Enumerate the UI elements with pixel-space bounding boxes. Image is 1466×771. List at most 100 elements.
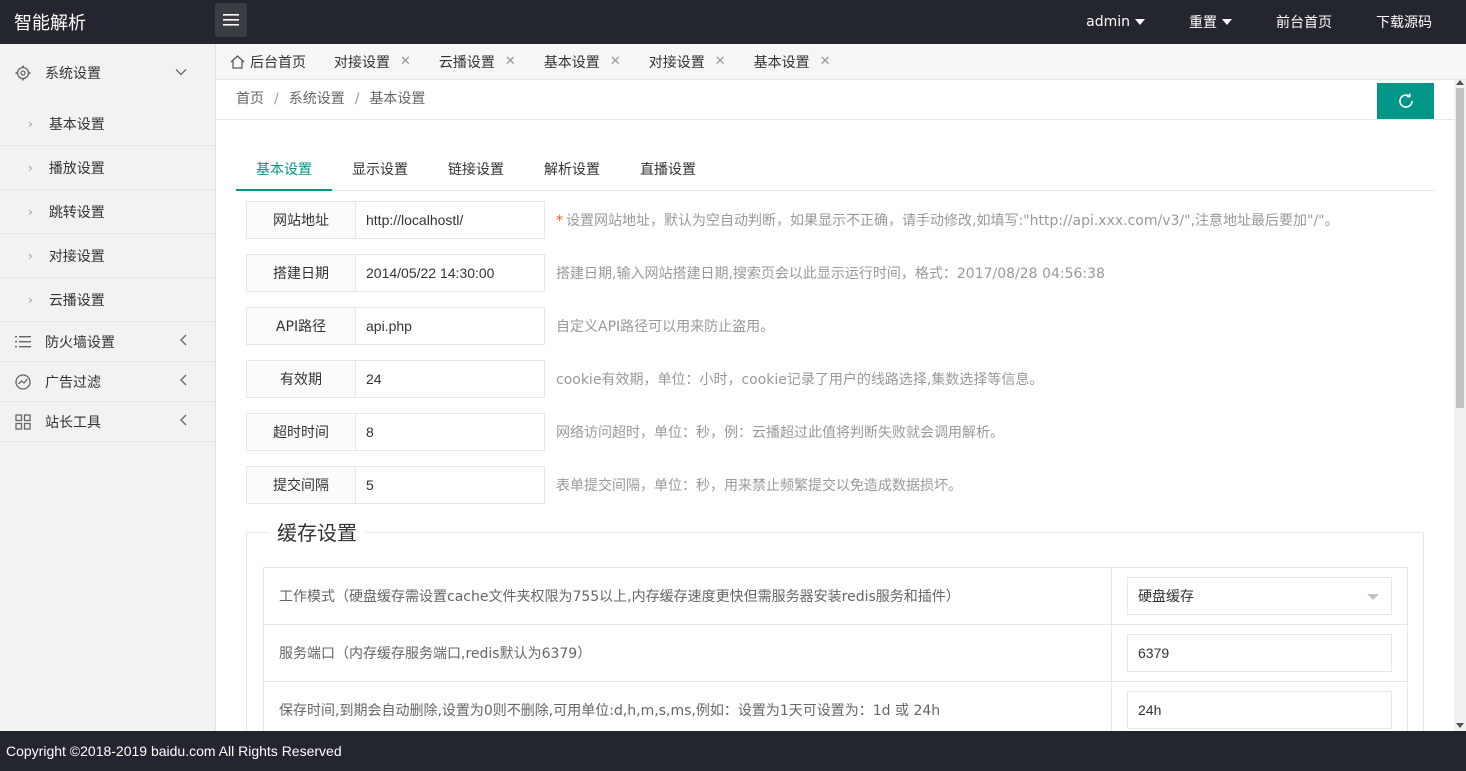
list-icon	[14, 333, 32, 351]
breadcrumb-separator: /	[354, 91, 360, 107]
app-logo: 智能解析	[14, 13, 86, 34]
tab-dock-1[interactable]: 对接设置 ✕	[320, 44, 425, 80]
tab-live-settings[interactable]: 直播设置	[620, 150, 716, 190]
timeout-help: 网络访问超时，单位：秒，例：云播超过此值将判断失败就会调用解析。	[556, 425, 1004, 441]
sidebar-group-adfilter[interactable]: 广告过滤	[0, 362, 215, 402]
valid-help: cookie有效期，单位：小时，cookie记录了用户的线路选择,集数选择等信息…	[556, 372, 1044, 388]
scroll-up-arrow-icon[interactable]	[1456, 80, 1464, 85]
cache-mode-label: 工作模式（硬盘缓存需设置cache文件夹权限为755以上,内存缓存速度更快但需服…	[263, 567, 1112, 625]
cache-mode-select[interactable]: 硬盘缓存	[1127, 577, 1392, 615]
required-mark: *	[556, 213, 563, 229]
tab-display-settings[interactable]: 显示设置	[332, 150, 428, 190]
sidebar-item-label: 云播设置	[48, 292, 105, 309]
sidebar-item-basic[interactable]: › 基本设置	[0, 102, 215, 146]
api-path-input[interactable]: api.php	[356, 307, 545, 345]
vertical-scrollbar[interactable]	[1454, 80, 1466, 731]
form-row-site-url: 网站地址 http://localhostl/ * 设置网站地址，默认为空自动判断…	[246, 201, 1339, 239]
top-header: 智能解析 admin 重置 前台首页 下载源码	[0, 0, 1466, 44]
valid-input[interactable]: 24	[356, 360, 545, 398]
tab-basic-1[interactable]: 基本设置 ✕	[530, 44, 635, 80]
timeout-input[interactable]: 8	[356, 413, 545, 451]
chevron-right-icon: ›	[28, 204, 33, 219]
caret-down-icon	[1222, 19, 1232, 25]
table-row: 工作模式（硬盘缓存需设置cache文件夹权限为755以上,内存缓存速度更快但需服…	[263, 567, 1408, 625]
sidebar-group-tools[interactable]: 站长工具	[0, 402, 215, 442]
home-icon	[230, 54, 245, 69]
interval-input[interactable]: 5	[356, 466, 545, 504]
download-source-link[interactable]: 下载源码	[1354, 12, 1466, 32]
sidebar-group-system[interactable]: 系统设置	[0, 44, 215, 102]
main-content: 首页 / 系统设置 / 基本设置 基本设置 显示设置 链接设置 解析设置 直播设置 网站…	[216, 80, 1454, 731]
sidebar: 系统设置 › 基本设置 › 播放设置 › 跳转设置 › 对接设置 › 云播设置 防火墙设置…	[0, 44, 216, 731]
caret-down-icon	[1135, 19, 1145, 25]
footer-copyright: Copyright ©2018-2019 baidu.com All Right…	[0, 731, 1466, 771]
sidebar-item-play[interactable]: › 播放设置	[0, 146, 215, 190]
cache-port-input[interactable]: 6379	[1127, 634, 1392, 672]
breadcrumb-home[interactable]: 首页	[236, 91, 264, 107]
sidebar-group-firewall[interactable]: 防火墙设置	[0, 322, 215, 362]
scroll-down-arrow-icon[interactable]	[1456, 723, 1464, 728]
site-url-input[interactable]: http://localhostl/	[356, 201, 545, 239]
cache-settings-fieldset: 缓存设置 工作模式（硬盘缓存需设置cache文件夹权限为755以上,内存缓存速度…	[246, 517, 1424, 731]
page-tabs-bar: 后台首页 对接设置 ✕ 云播设置 ✕ 基本设置 ✕ 对接设置 ✕ 基本设置 ✕	[216, 44, 1466, 80]
frontend-home-link[interactable]: 前台首页	[1254, 12, 1354, 32]
sidebar-group-label: 广告过滤	[45, 374, 101, 391]
scrollbar-thumb[interactable]	[1456, 88, 1464, 408]
caret-down-icon	[1367, 594, 1379, 600]
form-row-timeout: 超时时间 8 网络访问超时，单位：秒，例：云播超过此值将判断失败就会调用解析。	[246, 413, 1004, 451]
breadcrumb-system[interactable]: 系统设置	[289, 91, 345, 107]
reset-menu[interactable]: 重置	[1167, 12, 1254, 32]
build-date-input[interactable]: 2014/05/22 14:30:00	[356, 254, 545, 292]
close-icon[interactable]: ✕	[715, 54, 726, 69]
tab-basic-2[interactable]: 基本设置 ✕	[740, 44, 845, 80]
breadcrumb-current: 基本设置	[369, 91, 426, 107]
chevron-right-icon: ›	[28, 116, 33, 131]
api-path-help: 自定义API路径可以用来防止盗用。	[556, 319, 775, 335]
api-path-label: API路径	[246, 307, 356, 345]
sidebar-item-cloud[interactable]: › 云播设置	[0, 278, 215, 322]
sidebar-item-label: 对接设置	[48, 248, 105, 265]
tab-dock-2[interactable]: 对接设置 ✕	[635, 44, 740, 80]
chevron-down-icon	[175, 66, 187, 81]
sidebar-item-label: 基本设置	[48, 116, 105, 133]
chevron-right-icon: ›	[28, 292, 33, 307]
tab-label: 基本设置	[543, 54, 600, 71]
tab-parse-settings[interactable]: 解析设置	[524, 150, 620, 190]
sidebar-item-redirect[interactable]: › 跳转设置	[0, 190, 215, 234]
build-date-help: 搭建日期,输入网站搭建日期,搜索页会以此显示运行时间，格式：2017/08/28…	[556, 266, 1105, 282]
sidebar-item-label: 播放设置	[48, 160, 105, 177]
close-icon[interactable]: ✕	[400, 54, 411, 69]
interval-help: 表单提交间隔，单位：秒，用来禁止频繁提交以免造成数据损坏。	[556, 478, 962, 494]
refresh-icon	[1398, 93, 1413, 108]
reset-label: 重置	[1189, 15, 1217, 31]
close-icon[interactable]: ✕	[610, 54, 621, 69]
tab-link-settings[interactable]: 链接设置	[428, 150, 524, 190]
build-date-label: 搭建日期	[246, 254, 356, 292]
cache-ttl-label: 保存时间,到期会自动删除,设置为0则不删除,可用单位:d,h,m,s,ms,例如…	[263, 681, 1112, 731]
sidebar-group-label: 系统设置	[45, 66, 101, 82]
cache-settings-table: 工作模式（硬盘缓存需设置cache文件夹权限为755以上,内存缓存速度更快但需服…	[263, 567, 1408, 731]
refresh-button[interactable]	[1377, 83, 1434, 119]
chevron-left-icon	[179, 334, 187, 350]
admin-label: admin	[1086, 14, 1130, 30]
sidebar-group-label: 站长工具	[45, 414, 101, 431]
sidebar-item-dock[interactable]: › 对接设置	[0, 234, 215, 278]
breadcrumb: 首页 / 系统设置 / 基本设置	[216, 80, 1454, 120]
tab-basic-settings[interactable]: 基本设置	[236, 150, 332, 191]
gear-icon	[14, 64, 32, 82]
site-url-label: 网站地址	[246, 201, 356, 239]
chevron-right-icon: ›	[28, 248, 33, 263]
cache-mode-cell: 硬盘缓存	[1111, 567, 1408, 625]
tab-cloud[interactable]: 云播设置 ✕	[425, 44, 530, 80]
interval-label: 提交间隔	[246, 466, 356, 504]
table-row: 服务端口（内存缓存服务端口,redis默认为6379） 6379	[263, 624, 1408, 682]
tab-home[interactable]: 后台首页	[216, 44, 320, 80]
cache-ttl-input[interactable]: 24h	[1127, 691, 1392, 729]
menu-toggle-button[interactable]	[215, 3, 247, 37]
close-icon[interactable]: ✕	[820, 54, 831, 69]
breadcrumb-separator: /	[274, 91, 279, 107]
admin-menu[interactable]: admin	[1064, 14, 1167, 30]
table-row: 保存时间,到期会自动删除,设置为0则不删除,可用单位:d,h,m,s,ms,例如…	[263, 681, 1408, 731]
close-icon[interactable]: ✕	[505, 54, 516, 69]
sidebar-group-label: 防火墙设置	[45, 334, 115, 351]
